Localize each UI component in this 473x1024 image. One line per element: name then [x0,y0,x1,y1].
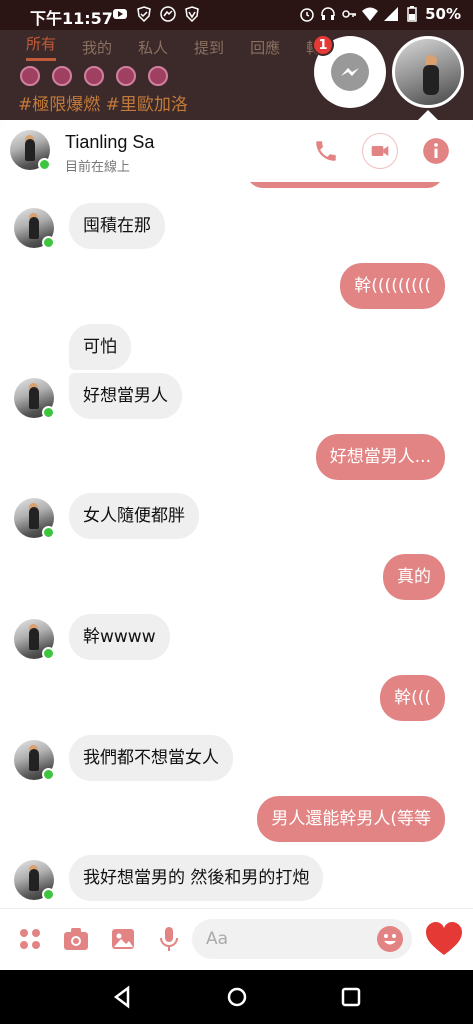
message-bubble-incoming[interactable]: 好想當男人 [69,373,182,419]
video-camera-icon [371,146,389,156]
badge-icon [20,66,40,86]
bg-tab-private: 私人 [138,38,169,57]
online-indicator [38,158,51,171]
battery-percent: 50% [425,5,461,23]
message-bubble-outgoing[interactable]: 男人還能幹男人(等等 [257,796,445,842]
status-bar: 下午11:57 50% [0,0,473,30]
contact-name[interactable]: Tianling Sa [65,132,154,153]
user-chat-head[interactable] [392,36,464,108]
message-bubble-incoming[interactable]: 我好想當男的 然後和男的打炮 [69,855,324,901]
info-button[interactable] [418,133,454,169]
info-icon [423,138,449,164]
android-nav-bar [0,970,473,1024]
video-call-button[interactable] [362,133,398,169]
youtube-icon [113,9,127,19]
alarm-icon [300,8,314,22]
system-icons: 50% [299,5,461,23]
messenger-icon [160,6,176,22]
background-hashtags: #極限爆燃 #里歐加洛 [18,95,188,115]
bg-tab-replies: 回應 [250,38,281,57]
composer-bar: Aa [0,908,473,970]
badge-icon [84,66,104,86]
online-indicator [42,888,55,901]
chat-header: Tianling Sa 目前在線上 [0,120,473,182]
bg-tab-mine: 我的 [82,38,113,57]
message-bubble-incoming[interactable]: 我們都不想當女人 [69,735,233,781]
more-actions-icon[interactable] [16,925,44,953]
headset-icon [321,7,335,20]
check-shield-icon [137,6,151,22]
camera-icon[interactable] [62,925,90,953]
wifi-icon [362,7,379,21]
microphone-icon[interactable] [155,925,183,953]
notification-icons [112,6,200,22]
online-indicator [42,406,55,419]
background-badges [20,66,168,86]
message-bubble-outgoing[interactable]: 幹((((((((( [340,263,445,309]
online-indicator [42,236,55,249]
signal-icon [384,7,399,21]
message-list[interactable]: 囤積在那 幹((((((((( 可怕 好想當男人 好想當男人... 女人隨便都胖… [0,182,473,908]
recents-icon[interactable] [338,984,364,1010]
status-time: 下午11:57 [30,9,113,28]
message-input[interactable]: Aa [192,919,412,959]
back-icon[interactable] [110,984,136,1010]
message-input-placeholder: Aa [206,929,229,949]
message-bubble-incoming[interactable]: 幹wwww [69,614,170,660]
chat-head-pointer [418,110,438,120]
online-indicator [42,647,55,660]
message-bubble-partial[interactable] [246,182,444,188]
badge-icon [52,66,72,86]
badge-icon [148,66,168,86]
bg-tab-mentions: 提到 [194,38,225,57]
bg-tab-all: 所有 [26,33,57,61]
message-bubble-incoming[interactable]: 可怕 [69,324,131,370]
vpn-shield-icon [185,6,199,22]
message-bubble-incoming[interactable]: 囤積在那 [69,203,165,249]
notification-badge: 1 [312,34,334,56]
message-bubble-outgoing[interactable]: 好想當男人... [315,434,445,480]
key-icon [342,10,357,18]
online-indicator [42,526,55,539]
online-indicator [42,768,55,781]
emoji-icon[interactable] [376,925,404,953]
messenger-logo-icon [331,53,369,91]
message-bubble-outgoing[interactable]: 幹((( [380,675,445,721]
phone-icon [316,141,336,161]
message-bubble-outgoing[interactable]: 真的 [383,554,445,600]
voice-call-button[interactable] [308,133,344,169]
header-avatar[interactable] [10,130,51,171]
message-bubble-incoming[interactable]: 女人隨便都胖 [69,493,199,539]
home-icon[interactable] [224,984,250,1010]
badge-icon [116,66,136,86]
battery-icon [407,6,417,22]
gallery-icon[interactable] [109,925,137,953]
heart-like-icon[interactable] [424,919,464,959]
contact-status: 目前在線上 [65,160,131,175]
